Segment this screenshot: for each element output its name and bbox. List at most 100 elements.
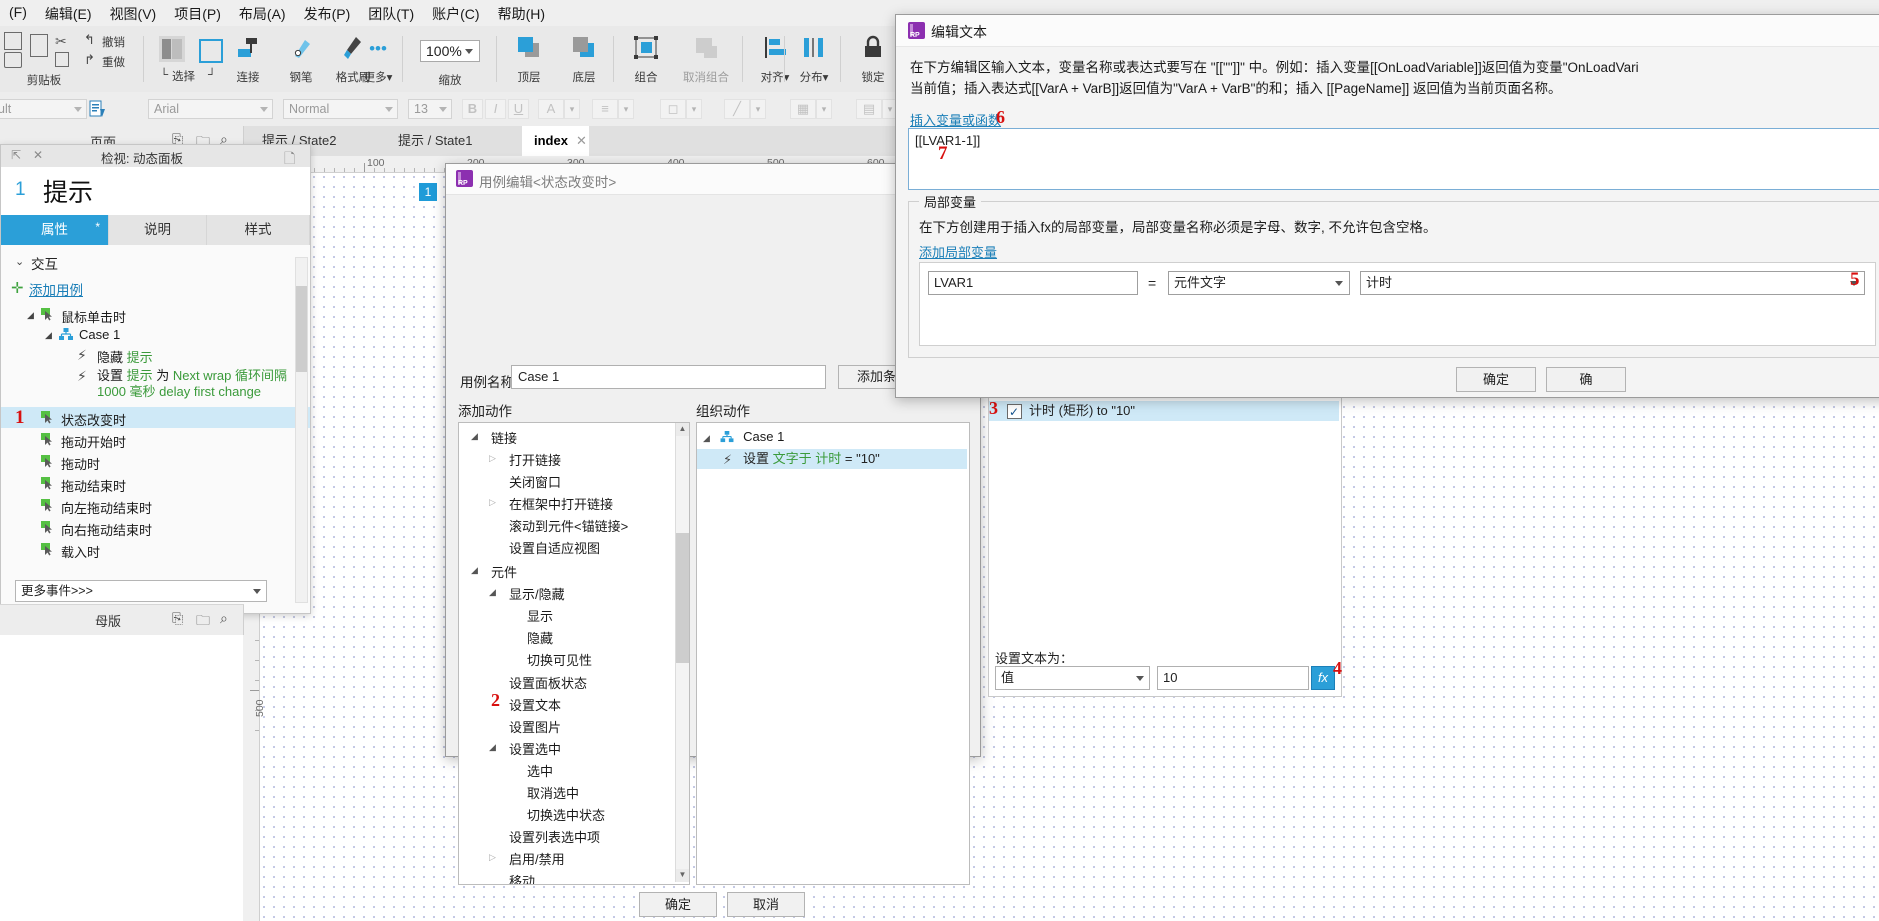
twisty-icon[interactable]: ◢ [471,565,478,576]
bring-to-front-button[interactable]: 顶层 [506,34,552,85]
redo-icon[interactable]: ↱ [84,52,95,68]
local-variable-name-input[interactable]: LVAR1 [928,271,1138,295]
action-row-hide[interactable]: ⚡ 隐隐藏 提示 [1,345,310,365]
action-row-set-panel-state[interactable]: ⚡ 设置 提示 为 Next wrap 循环间隔 1000 毫秒 delay f… [1,366,310,404]
twisty-icon[interactable]: ◢ [703,433,710,443]
twisty-icon[interactable]: ▷ [489,497,496,508]
edit-ok-button[interactable]: 确定 [1456,367,1536,392]
insert-variable-link[interactable]: 插入变量或函数 [910,110,1001,129]
menu-item-publish[interactable]: 发布(P) [295,0,360,26]
expression-textarea[interactable]: [[LVAR1-1]] [908,128,1879,190]
organize-case-root[interactable]: ◢ Case 1 [703,429,784,444]
line-style-button[interactable]: ▤ [856,99,882,119]
add-master-icon[interactable]: ⎘ [172,610,183,627]
menu-item-edit[interactable]: 编辑(E) [36,0,101,26]
menu-item-project[interactable]: 项目(P) [165,0,230,26]
chevron-down-icon[interactable]: ⌄ [15,255,24,268]
open-icon[interactable] [4,52,22,68]
tab-properties[interactable]: 属性 * [1,215,109,245]
underline-button[interactable]: U [508,99,529,119]
border-caret-icon[interactable]: ▾ [816,99,832,119]
set-text-mode-select[interactable]: 值 [995,666,1150,690]
set-text-value-input[interactable]: 10 [1157,666,1309,690]
edit-cancel-button[interactable]: 确 [1546,367,1626,392]
connect-tool[interactable]: 连接 [225,34,271,85]
menu-item-help[interactable]: 帮助(H) [489,0,554,26]
tab-notes[interactable]: 说明 [109,215,207,245]
add-local-variable-link[interactable]: 添加局部变量 [919,242,997,261]
twisty-icon[interactable]: ▷ [489,453,496,464]
zoom-input[interactable]: 100% [420,40,480,62]
font-size-select[interactable]: 13 [408,99,452,119]
line-color-button[interactable]: ╱ [724,99,750,119]
font-color-button[interactable]: A [538,99,564,119]
pen-tool[interactable]: 钢笔 [278,34,324,85]
case-cancel-button[interactable]: 取消 [727,892,805,917]
align-caret-icon[interactable]: ▾ [618,99,634,119]
ungroup-button[interactable]: 取消组合 [683,34,729,85]
organize-action-tree[interactable]: ◢ Case 1 ⚡ 设置 文字于 计时 = "10" [696,422,970,885]
action-tree-scrollbar[interactable]: ▲ ▼ [675,423,689,882]
tab-style[interactable]: 样式 [207,215,310,245]
scrollbar-thumb[interactable] [296,286,307,372]
fx-button[interactable]: fx [1311,666,1335,690]
save-icon[interactable] [4,32,22,50]
copy-icon[interactable] [55,52,69,67]
case-ok-button[interactable]: 确定 [639,892,717,917]
twisty-icon[interactable]: ◢ [27,310,34,321]
twisty-icon[interactable]: ▷ [489,852,496,863]
checkbox[interactable] [1007,402,1022,422]
select-tool-icon[interactable] [159,36,185,62]
twisty-icon[interactable]: ◢ [471,431,478,442]
style-select[interactable]: ult [0,99,87,119]
undo-label[interactable]: 撤销 [102,34,125,50]
send-to-back-button[interactable]: 底层 [561,34,607,85]
event-row-onswiperight[interactable]: 向右拖动结束时 [1,517,310,539]
add-icon[interactable]: ✛ [11,279,24,297]
local-variable-type-select[interactable]: 元件文字 [1168,271,1350,295]
add-case-link[interactable]: 添加用例 [29,279,83,299]
group-button[interactable]: 组合 [623,34,669,85]
event-row-onpanelstatechange[interactable]: 1 状态改变时 [1,407,310,428]
font-weight-select[interactable]: Normal [283,99,398,119]
menu-item-view[interactable]: 视图(V) [101,0,166,26]
twisty-icon[interactable]: ◢ [489,587,496,598]
more-tools[interactable]: ••• 更多▾ [355,34,401,85]
event-row-ondragdrop[interactable]: 拖动结束时 [1,473,310,495]
set-text-target-list[interactable]: 3 计时 (矩形) to "10" [989,396,1339,642]
font-family-select[interactable]: Arial [148,99,273,119]
event-row-onclick[interactable]: ◢ 鼠标单击时 [1,305,310,325]
event-row-ondragstart[interactable]: 拖动开始时 [1,429,310,451]
menu-item-account[interactable]: 账户(C) [423,0,488,26]
style-manager-icon[interactable] [88,99,108,119]
align-left-button[interactable]: ≡ [592,99,618,119]
local-variable-target-select[interactable]: 计时 [1360,271,1865,295]
event-row-case1[interactable]: ◢ Case 1 [1,325,310,345]
close-icon[interactable]: ✕ [576,133,587,148]
doc-tab-index[interactable]: index ✕ [522,126,589,156]
undo-icon[interactable]: ↰ [84,32,95,48]
organize-action-row[interactable]: ⚡ 设置 文字于 计时 = "10" [697,449,967,469]
fill-color-button[interactable]: ◻ [660,99,686,119]
border-button[interactable]: ▦ [790,99,816,119]
fill-caret-icon[interactable]: ▾ [686,99,702,119]
redo-label[interactable]: 重做 [102,54,125,70]
twisty-icon[interactable]: ◢ [45,330,52,341]
action-tree[interactable]: ◢ 链接 ▷ 打开链接 关闭窗口 ▷ 在框架中打开链接 滚动到元件<锚链接> 设置自适… [458,422,690,885]
menu-item-team[interactable]: 团队(T) [359,0,423,26]
event-row-onswipeleft[interactable]: 向左拖动结束时 [1,495,310,517]
menu-item-file[interactable]: (F) [0,0,36,26]
line-caret-icon[interactable]: ▾ [750,99,766,119]
scroll-down-icon[interactable]: ▼ [676,869,689,882]
italic-button[interactable]: I [485,99,506,119]
search-icon[interactable]: ⌕ [220,610,228,627]
menu-item-layout[interactable]: 布局(A) [230,0,295,26]
event-row-ondrag[interactable]: 拖动时 [1,451,310,473]
paste-icon[interactable] [30,34,48,57]
font-color-caret-icon[interactable]: ▾ [564,99,580,119]
zoom-caret-icon[interactable] [465,49,473,54]
event-row-onload[interactable]: 载入时 [1,539,310,561]
distribute-button[interactable]: 分布▾ [791,34,837,85]
case-name-input[interactable]: Case 1 [511,365,826,389]
add-master-folder-icon[interactable]: 🗀 [196,610,210,634]
